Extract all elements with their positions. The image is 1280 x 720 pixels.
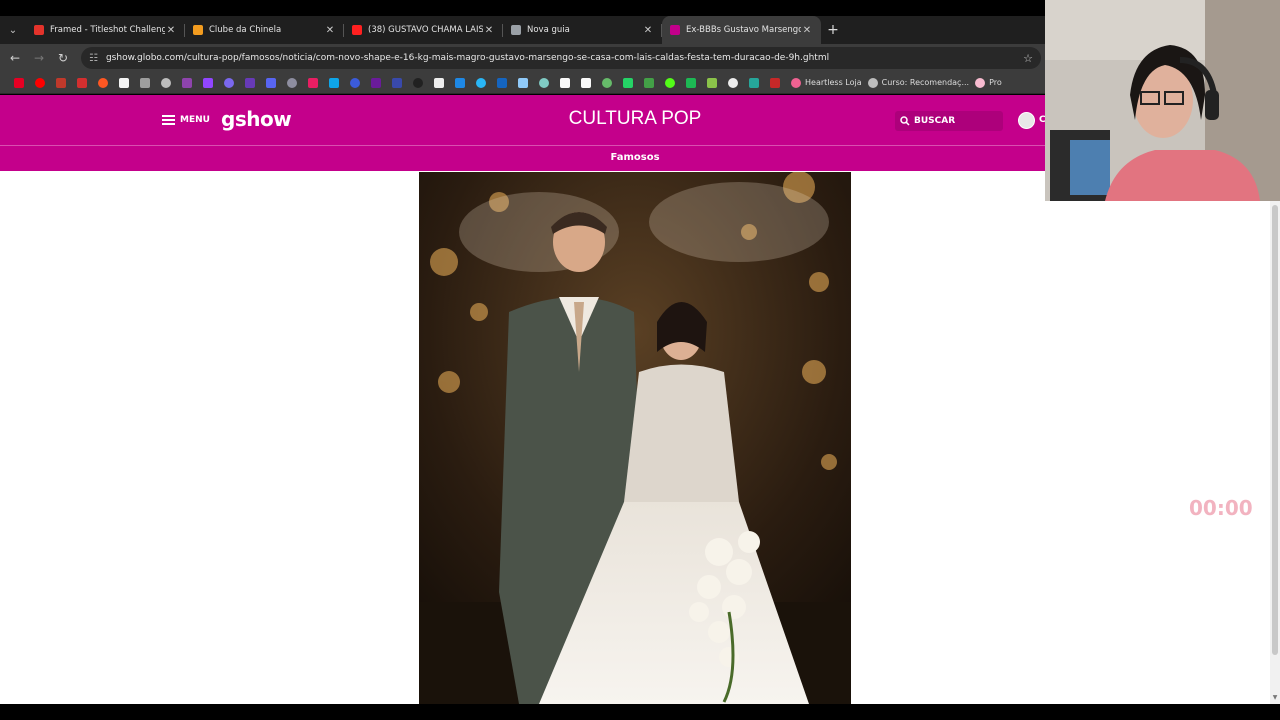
xbox-bookmark-icon[interactable] — [706, 77, 717, 88]
spotify-icon[interactable] — [685, 77, 696, 88]
tab-close-icon[interactable]: ✕ — [642, 25, 654, 36]
discord-icon[interactable] — [265, 77, 276, 88]
tab-title: Ex-BBBs Gustavo Marsengo e L — [686, 25, 801, 35]
tab-favicon-icon — [34, 25, 44, 35]
pinterest-icon[interactable] — [13, 77, 24, 88]
edge-bookmark-icon[interactable] — [328, 77, 339, 88]
multicolor-bookmark-icon[interactable] — [601, 77, 612, 88]
brain-icon — [975, 77, 986, 88]
red-bookmark-icon-2[interactable] — [76, 77, 87, 88]
telegram-icon[interactable] — [475, 77, 486, 88]
search-label: BUSCAR — [914, 116, 956, 126]
forward-icon[interactable]: → — [27, 51, 51, 65]
tab-title: Clube da Chinela — [209, 25, 282, 35]
bookmark-item[interactable]: Pro — [975, 77, 1002, 88]
youtube-icon[interactable] — [34, 77, 45, 88]
browser-tab[interactable]: Clube da Chinela ✕ — [185, 16, 344, 44]
wedding-photo[interactable] — [419, 172, 851, 704]
site-header: MENU gshow CULTURA POP BUSCAR C — [0, 95, 1046, 145]
address-url[interactable]: gshow.globo.com/cultura-pop/famosos/noti… — [106, 53, 1023, 63]
tab-close-icon[interactable]: ✕ — [801, 25, 813, 36]
blue-bookmark-icon-2[interactable] — [496, 77, 507, 88]
bookmark-label: Heartless Loja — [805, 78, 862, 87]
search-icon — [900, 116, 910, 126]
bookmark-label: Pro — [989, 78, 1002, 87]
bookmark-star-icon[interactable]: ☆ — [1023, 52, 1033, 65]
tab-close-icon[interactable]: ✕ — [165, 25, 177, 36]
tab-strip: ⌄ Framed - Titleshot Challenge ✕ Clube da … — [0, 16, 1045, 44]
red-bookmark-icon[interactable] — [55, 77, 66, 88]
purple-bookmark-icon-2[interactable] — [223, 77, 234, 88]
browser-tab[interactable]: Framed - Titleshot Challenge ✕ — [26, 16, 185, 44]
tab-title: Framed - Titleshot Challenge — [50, 25, 165, 35]
image-bookmark-icon[interactable] — [517, 77, 528, 88]
globe-bookmark-icon[interactable] — [139, 77, 150, 88]
amazon-bookmark-icon[interactable] — [580, 77, 591, 88]
bookmark-item[interactable]: Curso: Recomendaç... — [867, 77, 970, 88]
bookmark-item[interactable]: Heartless Loja — [791, 77, 862, 88]
kick-icon[interactable] — [664, 77, 675, 88]
teal-gear-bookmark-icon[interactable] — [748, 77, 759, 88]
reload-icon[interactable]: ↻ — [51, 51, 75, 65]
browser-tab[interactable]: Nova guia ✕ — [503, 16, 662, 44]
phone-bookmark-icon[interactable] — [286, 77, 297, 88]
tab-title: Nova guia — [527, 25, 570, 35]
teal-bookmark-icon[interactable] — [538, 77, 549, 88]
tab-favicon-icon — [670, 25, 680, 35]
tab-search-icon[interactable]: ⌄ — [0, 16, 26, 44]
scrollbar-thumb[interactable] — [1272, 205, 1278, 655]
tab-favicon-icon — [193, 25, 203, 35]
whatsapp-icon[interactable] — [622, 77, 633, 88]
back-icon[interactable]: ← — [3, 51, 27, 65]
purple-bookmark-icon-4[interactable] — [370, 77, 381, 88]
purple-bookmark-icon-3[interactable] — [244, 77, 255, 88]
slack-bookmark-icon[interactable] — [307, 77, 318, 88]
tab-favicon-icon — [511, 25, 521, 35]
heart-icon — [791, 77, 801, 88]
twitch-icon[interactable] — [202, 77, 213, 88]
white-bookmark-icon[interactable] — [118, 77, 129, 88]
scroll-down-icon[interactable]: ▼ — [1272, 695, 1278, 701]
new-tab-button[interactable]: + — [821, 16, 845, 44]
search-button[interactable]: BUSCAR — [895, 111, 1003, 131]
browser-tab[interactable]: (38) GUSTAVO CHAMA LAÍS DE✕ — [344, 16, 503, 44]
browser-toolbar: ← → ↻ ☷ gshow.globo.com/cultura-pop/famo… — [0, 44, 1045, 72]
blue-bookmark-icon[interactable] — [391, 77, 402, 88]
site-info-icon[interactable]: ☷ — [89, 53, 98, 64]
screen: ⌄ Framed - Titleshot Challenge ✕ Clube da … — [0, 0, 1280, 720]
user-avatar[interactable] — [1018, 112, 1035, 129]
browser-tab[interactable]: Ex-BBBs Gustavo Marsengo e L✕ — [662, 16, 821, 44]
green-plus-bookmark-icon[interactable] — [643, 77, 654, 88]
orange-bookmark-icon[interactable] — [97, 77, 108, 88]
tab-favicon-icon — [352, 25, 362, 35]
diamond-bookmark-icon[interactable] — [727, 77, 738, 88]
tab-title: (38) GUSTAVO CHAMA LAÍS DE — [368, 25, 483, 35]
blue-circle-bookmark-icon[interactable] — [454, 77, 465, 88]
red-link-bookmark-icon[interactable] — [769, 77, 780, 88]
settings-bookmark-icon[interactable] — [160, 77, 171, 88]
address-bar[interactable]: ☷ gshow.globo.com/cultura-pop/famosos/no… — [81, 47, 1041, 69]
webcam-overlay — [1045, 0, 1280, 201]
bookmark-label: Curso: Recomendaç... — [881, 78, 970, 87]
word-bookmark-icon[interactable] — [349, 77, 360, 88]
tab-close-icon[interactable]: ✕ — [483, 25, 495, 36]
course-icon — [867, 77, 878, 88]
subnav-bar: Famosos — [0, 145, 1045, 171]
tab-close-icon[interactable]: ✕ — [324, 25, 336, 36]
white-circle-bookmark-icon[interactable] — [433, 77, 444, 88]
bookmarks-bar: Heartless Loja Curso: Recomendaç... Pro — [0, 72, 1045, 94]
stream-timer: 00:00 — [1189, 496, 1253, 520]
purple-bookmark-icon[interactable] — [181, 77, 192, 88]
black-bookmark-icon[interactable] — [412, 77, 423, 88]
white-bookmark-icon-2[interactable] — [559, 77, 570, 88]
